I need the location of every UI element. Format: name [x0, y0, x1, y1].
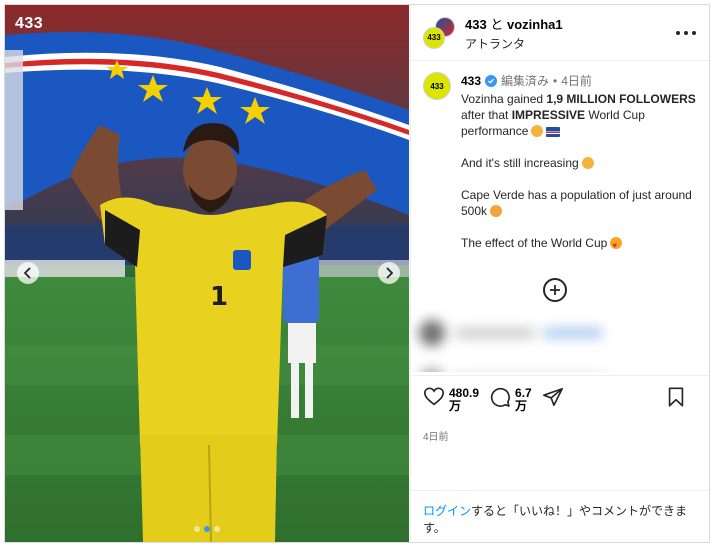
caption-text: Vozinha gained 1,9 MILLION FOLLOWERS aft… — [461, 91, 699, 254]
more-dot-icon — [684, 31, 688, 35]
heart-icon — [424, 387, 444, 406]
collab-avatars[interactable]: 433 — [423, 16, 455, 49]
comment-count: 6.7 万 — [515, 386, 532, 413]
load-more-comments-button[interactable] — [543, 278, 567, 302]
post-header: 433 433 と vozinha1 アトランタ — [411, 5, 709, 61]
share-button[interactable] — [542, 386, 564, 408]
sweat-emoji-icon — [581, 157, 594, 169]
post-photo[interactable]: 1 433 — [5, 5, 409, 542]
caption-line-1: Vozinha gained 1,9 MILLION FOLLOWERS aft… — [461, 92, 696, 138]
header-accounts: 433 と vozinha1 — [465, 14, 563, 33]
chevron-left-icon — [23, 267, 31, 279]
caption-line-2: And it's still increasing — [461, 155, 699, 171]
caption-header: 433 編集済み • 4日前 — [461, 72, 699, 89]
carousel-indicator — [5, 526, 409, 532]
caption-username[interactable]: 433 — [461, 74, 481, 88]
save-button[interactable] — [665, 386, 687, 408]
like-button[interactable]: 480.9 万 — [423, 386, 479, 413]
chevron-right-icon — [386, 267, 394, 279]
carousel-dot — [194, 526, 200, 532]
post-sidebar: 433 433 と vozinha1 アトランタ 433 433 編集済み • … — [410, 5, 709, 542]
more-options-button[interactable] — [676, 25, 696, 41]
carousel-dot-active — [204, 526, 210, 532]
collaborator-name[interactable]: vozinha1 — [507, 17, 563, 32]
bookmark-icon — [668, 387, 684, 407]
verified-badge-icon — [485, 74, 498, 87]
more-dot-icon — [692, 31, 696, 35]
cape-verde-flag-icon — [546, 127, 561, 137]
post-time: 4日前 — [561, 74, 592, 88]
location-label[interactable]: アトランタ — [465, 35, 563, 52]
photo-illustration: 1 — [5, 5, 409, 542]
heart-eyes-emoji-icon — [610, 237, 623, 254]
comment-icon — [490, 387, 510, 407]
account-avatar[interactable]: 433 — [423, 26, 445, 49]
comment-button[interactable]: 6.7 万 — [489, 386, 532, 413]
caption-avatar[interactable]: 433 — [423, 72, 451, 100]
action-bar: 480.9 万 6.7 万 4日前 — [411, 375, 709, 443]
sweat-emoji-icon — [531, 125, 544, 137]
brand-watermark: 433 — [15, 15, 44, 32]
login-link[interactable]: ログイン — [423, 504, 471, 518]
grin-emoji-icon — [490, 205, 503, 217]
plus-icon — [550, 285, 560, 295]
meta-separator: • — [553, 73, 558, 88]
post-date[interactable]: 4日前 — [423, 428, 699, 443]
blurred-comments — [419, 320, 703, 372]
account-name[interactable]: 433 — [465, 17, 487, 32]
caption-line-3: Cape Verde has a population of just arou… — [461, 188, 692, 218]
caption-line-4: The effect of the World Cup — [461, 235, 699, 254]
next-image-button[interactable] — [378, 262, 400, 284]
caption-area: 433 433 編集済み • 4日前 Vozinha gained 1,9 MI… — [411, 62, 709, 372]
edited-label: 編集済み — [501, 74, 550, 88]
send-icon — [542, 387, 563, 407]
jersey-number: 1 — [210, 282, 228, 312]
carousel-dot — [214, 526, 220, 532]
post-dialog: 1 433 433 433 と vozinha1 アトランタ 433 433 編… — [4, 4, 710, 543]
more-dot-icon — [676, 31, 680, 35]
like-count: 480.9 万 — [449, 386, 480, 413]
login-prompt: ログインすると「いいね！」やコメントができます。 — [411, 490, 709, 537]
previous-image-button[interactable] — [17, 262, 39, 284]
account-connector: と — [490, 16, 504, 32]
